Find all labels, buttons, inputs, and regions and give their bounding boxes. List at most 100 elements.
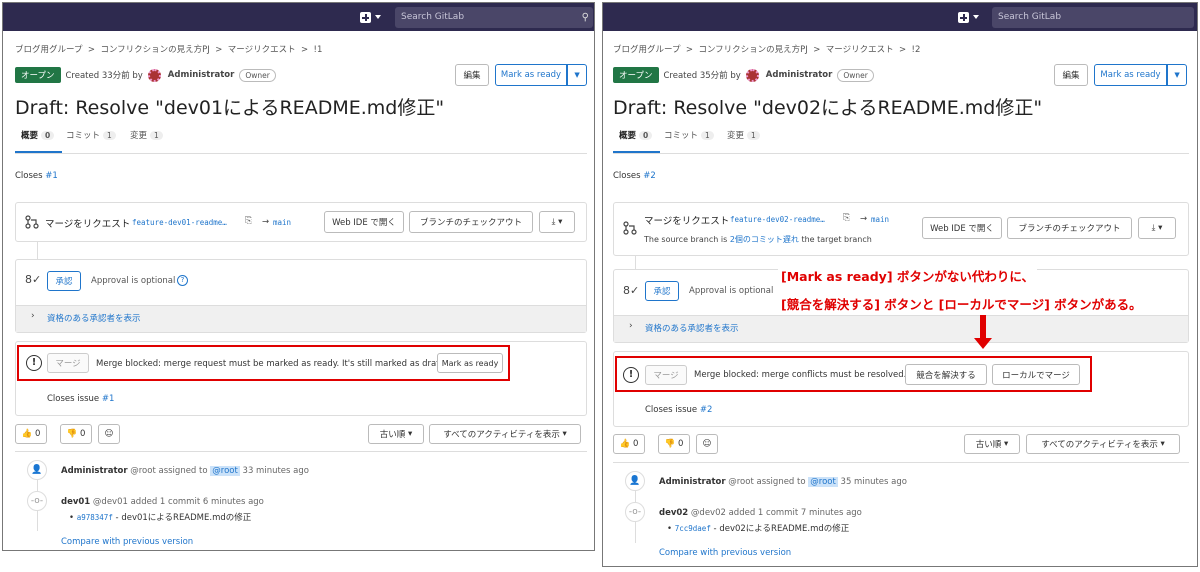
closes-issue-link[interactable]: #2 — [643, 171, 656, 181]
activity-assign: Administrator @root assigned to @root 35… — [659, 477, 907, 487]
breadcrumb-group[interactable]: ブログ用グループ — [613, 45, 681, 55]
breadcrumb-mr-id[interactable]: !1 — [314, 45, 323, 55]
thumbs-down-button[interactable]: 👎 0 — [658, 434, 690, 454]
activity-user[interactable]: dev02 — [659, 508, 688, 518]
approval-text: Approval is optional — [91, 276, 176, 286]
show-approvers-link[interactable]: 資格のある承認者を表示 — [645, 322, 739, 334]
commit-list-item: • 7cc9daef - dev02によるREADME.mdの修正 — [667, 524, 850, 534]
mark-as-ready-button[interactable]: Mark as ready — [1094, 64, 1167, 86]
tab-overview[interactable]: 概要 0 — [21, 129, 55, 141]
chevron-down-icon[interactable] — [375, 15, 381, 19]
tab-commits[interactable]: コミット 1 — [664, 129, 714, 141]
mention-link[interactable]: @root — [808, 477, 838, 487]
divider — [15, 451, 587, 452]
activity-user[interactable]: Administrator — [61, 466, 128, 476]
download-icon[interactable]: ⤓ ▾ — [1138, 217, 1176, 239]
help-icon[interactable]: ? — [177, 275, 188, 286]
right-screenshot-panel: Search GitLab ブログ用グループ > コンフリクションの見え方PJ … — [602, 2, 1198, 567]
activity-user[interactable]: dev01 — [61, 497, 90, 507]
download-icon[interactable]: ⤓ ▾ — [539, 211, 575, 233]
web-ide-button[interactable]: Web IDE で開く — [324, 211, 404, 233]
chevron-right-icon: > — [899, 45, 907, 55]
activity-assign: Administrator @root assigned to @root 33… — [61, 466, 309, 476]
avatar[interactable] — [147, 68, 161, 82]
approve-button[interactable]: 承認 — [47, 271, 81, 291]
smiley-icon[interactable]: ☺ — [98, 424, 120, 444]
page-title: Draft: Resolve "dev01によるREADME.md修正" — [15, 97, 445, 119]
chevron-down-icon[interactable] — [973, 15, 979, 19]
chevron-right-icon[interactable]: › — [629, 321, 633, 331]
thumbs-up-button[interactable]: 👍 0 — [613, 434, 645, 454]
author-name[interactable]: Administrator — [168, 70, 235, 80]
tab-commits[interactable]: コミット 1 — [66, 129, 116, 141]
breadcrumb-mrs[interactable]: マージリクエスト — [228, 45, 296, 55]
show-approvers-link[interactable]: 資格のある承認者を表示 — [47, 312, 141, 324]
target-branch-link[interactable]: main — [273, 218, 291, 227]
breadcrumb-project[interactable]: コンフリクションの見え方PJ — [100, 45, 209, 55]
commit-list-item: • a978347f - dev01によるREADME.mdの修正 — [69, 513, 252, 523]
chevron-down-icon[interactable]: ▼ — [1167, 64, 1187, 86]
timeline-connector — [37, 242, 38, 260]
breadcrumb-mr-id[interactable]: !2 — [912, 45, 921, 55]
edit-button[interactable]: 編集 — [455, 64, 489, 86]
closes-issue-link[interactable]: #1 — [102, 394, 115, 404]
thumbs-down-icon: 👎 — [664, 439, 676, 449]
behind-commits-link[interactable]: 2個のコミット遅れ — [730, 235, 799, 244]
user-icon: 👤 — [625, 471, 645, 491]
annotation-arrow-head — [974, 338, 992, 349]
closes-line: Closes #1 — [15, 171, 58, 181]
approval-user-icon: 8✓ — [623, 284, 640, 297]
avatar[interactable] — [745, 68, 759, 82]
chevron-right-icon[interactable]: › — [31, 311, 35, 321]
checkout-branch-button[interactable]: ブランチのチェックアウト — [409, 211, 533, 233]
commit-icon: -o- — [625, 502, 645, 522]
sort-dropdown[interactable]: 古い順 ▾ — [964, 434, 1020, 454]
left-screenshot-panel: Search GitLab ⚲ ブログ用グループ > コンフリクションの見え方P… — [2, 2, 595, 551]
activity-filter-dropdown[interactable]: すべてのアクティビティを表示 ▾ — [1026, 434, 1180, 454]
compare-link[interactable]: Compare with previous version — [659, 548, 791, 558]
search-input[interactable]: Search GitLab ⚲ — [395, 7, 593, 28]
annotation-line-1: [Mark as ready] ボタンがない代わりに、 — [778, 265, 1038, 286]
commit-sha-link[interactable]: a978347f — [77, 513, 113, 522]
sort-dropdown[interactable]: 古い順 ▾ — [368, 424, 424, 444]
edit-button[interactable]: 編集 — [1054, 64, 1088, 86]
search-input[interactable]: Search GitLab — [992, 7, 1194, 28]
breadcrumb-group[interactable]: ブログ用グループ — [15, 45, 83, 55]
source-branch-link[interactable]: feature-dev02-readme… — [730, 215, 825, 224]
mr-label: マージをリクエスト — [644, 216, 730, 227]
thumbs-up-button[interactable]: 👍 0 — [15, 424, 47, 444]
thumbs-down-button[interactable]: 👎 0 — [60, 424, 92, 444]
plus-square-icon[interactable] — [958, 12, 969, 23]
copy-icon[interactable]: ⎘ — [245, 216, 252, 226]
breadcrumb-mrs[interactable]: マージリクエスト — [826, 45, 894, 55]
checkout-branch-button[interactable]: ブランチのチェックアウト — [1007, 217, 1132, 239]
breadcrumb-project[interactable]: コンフリクションの見え方PJ — [698, 45, 807, 55]
mr-label: マージをリクエスト — [45, 219, 131, 230]
closes-issue-link[interactable]: #1 — [45, 171, 58, 181]
author-name[interactable]: Administrator — [766, 70, 833, 80]
copy-icon[interactable]: ⎘ — [843, 213, 850, 223]
mark-as-ready-button[interactable]: Mark as ready — [495, 64, 567, 86]
plus-square-icon[interactable] — [360, 12, 371, 23]
approve-button[interactable]: 承認 — [645, 281, 679, 301]
smiley-icon[interactable]: ☺ — [696, 434, 718, 454]
compare-link[interactable]: Compare with previous version — [61, 537, 193, 547]
closes-issue-link[interactable]: #2 — [700, 405, 713, 415]
activity-user[interactable]: Administrator — [659, 477, 726, 487]
approval-user-icon: 8✓ — [25, 273, 42, 286]
branch-arrow: → — [262, 217, 270, 227]
target-branch-link[interactable]: main — [871, 215, 889, 224]
activity-filter-dropdown[interactable]: すべてのアクティビティを表示 ▾ — [429, 424, 581, 444]
mention-link[interactable]: @root — [210, 466, 240, 476]
commit-sha-link[interactable]: 7cc9daef — [675, 524, 711, 533]
role-badge: Owner — [239, 68, 276, 82]
web-ide-button[interactable]: Web IDE で開く — [922, 217, 1002, 239]
tab-changes[interactable]: 変更 1 — [130, 129, 163, 141]
created-meta: Created 35分前 by — [663, 71, 741, 81]
search-icon[interactable]: ⚲ — [582, 7, 589, 28]
closes-line: Closes #2 — [613, 171, 656, 181]
tab-changes[interactable]: 変更 1 — [727, 129, 760, 141]
chevron-down-icon[interactable]: ▼ — [567, 64, 587, 86]
tab-overview[interactable]: 概要 0 — [619, 129, 653, 141]
source-branch-link[interactable]: feature-dev01-readme… — [132, 218, 227, 227]
